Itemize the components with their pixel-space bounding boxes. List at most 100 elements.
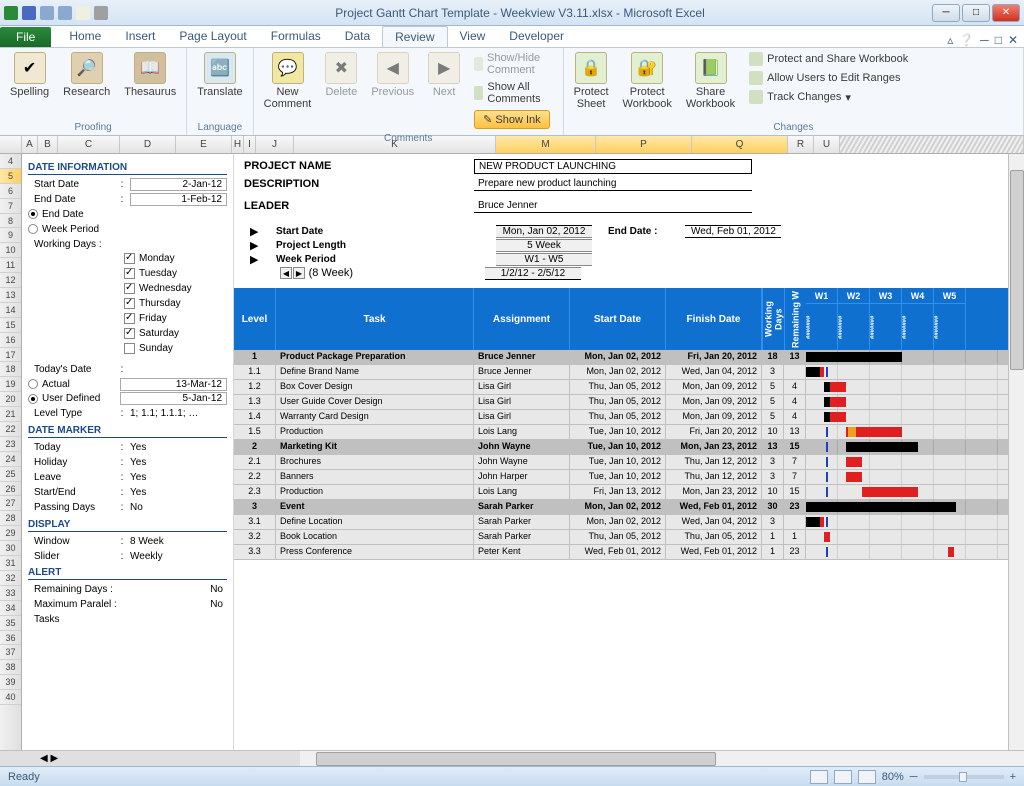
row-header-13[interactable]: 13 [0, 288, 21, 303]
col-header-H[interactable]: H [232, 136, 244, 153]
print-icon[interactable] [94, 6, 108, 20]
col-header-E[interactable]: E [176, 136, 232, 153]
day-sunday-checkbox[interactable] [124, 343, 135, 354]
wb-close-icon[interactable]: ✕ [1008, 33, 1018, 47]
minimize-button[interactable]: ─ [932, 4, 960, 22]
leader-cell[interactable]: Bruce Jenner [474, 199, 752, 213]
start-date-field[interactable]: 2-Jan-12 [130, 178, 227, 191]
week-period-radio[interactable] [28, 224, 38, 234]
table-row[interactable]: 2.2BannersJohn HarperTue, Jan 10, 2012Th… [234, 470, 1024, 485]
column-headers[interactable]: ABCDEHIJKMPQRU [0, 136, 1024, 154]
row-header-33[interactable]: 33 [0, 586, 21, 601]
file-tab[interactable]: File [0, 27, 51, 47]
day-saturday-checkbox[interactable] [124, 328, 135, 339]
tab-data[interactable]: Data [333, 26, 382, 47]
row-header-27[interactable]: 27 [0, 496, 21, 511]
col-header-I[interactable]: I [244, 136, 256, 153]
close-button[interactable]: ✕ [992, 4, 1020, 22]
row-header-39[interactable]: 39 [0, 675, 21, 690]
row-headers[interactable]: 4567891011121314151617181920212223242526… [0, 154, 22, 750]
col-header-R[interactable]: R [788, 136, 814, 153]
row-header-22[interactable]: 22 [0, 422, 21, 437]
row-header-28[interactable]: 28 [0, 511, 21, 526]
day-thursday-checkbox[interactable] [124, 298, 135, 309]
row-header-12[interactable]: 12 [0, 273, 21, 288]
col-header-D[interactable]: D [120, 136, 176, 153]
col-header-A[interactable]: A [22, 136, 38, 153]
zoom-in-button[interactable]: + [1010, 771, 1016, 783]
wb-min-icon[interactable]: ─ [980, 33, 989, 47]
row-header-32[interactable]: 32 [0, 571, 21, 586]
view-break-button[interactable] [858, 770, 876, 784]
table-row[interactable]: 2.3ProductionLois LangFri, Jan 13, 2012M… [234, 485, 1024, 500]
row-header-31[interactable]: 31 [0, 556, 21, 571]
row-header-35[interactable]: 35 [0, 616, 21, 631]
zoom-slider[interactable] [924, 775, 1004, 779]
day-monday-checkbox[interactable] [124, 253, 135, 264]
previous-comment-button[interactable]: ◀Previous [367, 50, 418, 100]
tab-review[interactable]: Review [382, 26, 447, 47]
wb-restore-icon[interactable]: □ [995, 33, 1002, 47]
zoom-label[interactable]: 80% [882, 771, 904, 783]
table-row[interactable]: 1Product Package PreparationBruce Jenner… [234, 350, 1024, 365]
tab-insert[interactable]: Insert [113, 26, 167, 47]
actual-radio[interactable] [28, 379, 38, 389]
row-header-16[interactable]: 16 [0, 333, 21, 348]
day-wednesday-checkbox[interactable] [124, 283, 135, 294]
table-row[interactable]: 1.1Define Brand NameBruce JennerMon, Jan… [234, 365, 1024, 380]
share-workbook-button[interactable]: 📗Share Workbook [682, 50, 739, 112]
row-header-36[interactable]: 36 [0, 631, 21, 646]
undo-icon[interactable] [40, 6, 54, 20]
row-header-38[interactable]: 38 [0, 660, 21, 675]
excel-icon[interactable] [4, 6, 18, 20]
table-row[interactable]: 3EventSarah ParkerMon, Jan 02, 2012Wed, … [234, 500, 1024, 515]
delete-comment-button[interactable]: ✖Delete [321, 50, 361, 100]
col-header-J[interactable]: J [256, 136, 294, 153]
description-cell[interactable]: Prepare new product launching [474, 177, 752, 191]
col-header-P[interactable]: P [596, 136, 692, 153]
table-row[interactable]: 1.5ProductionLois LangTue, Jan 10, 2012F… [234, 425, 1024, 440]
end-date-radio[interactable] [28, 209, 38, 219]
translate-button[interactable]: 🔤Translate [193, 50, 246, 100]
row-header-37[interactable]: 37 [0, 645, 21, 660]
row-header-21[interactable]: 21 [0, 407, 21, 422]
save-icon[interactable] [22, 6, 36, 20]
tab-home[interactable]: Home [57, 26, 113, 47]
table-row[interactable]: 3.2Book LocationSarah ParkerThu, Jan 05,… [234, 530, 1024, 545]
row-header-6[interactable]: 6 [0, 184, 21, 199]
row-header-25[interactable]: 25 [0, 467, 21, 482]
tab-view[interactable]: View [448, 26, 498, 47]
row-header-11[interactable]: 11 [0, 258, 21, 273]
view-layout-button[interactable] [834, 770, 852, 784]
user-defined-date-field[interactable]: 5-Jan-12 [120, 392, 227, 405]
row-header-5[interactable]: 5 [0, 169, 21, 184]
spelling-button[interactable]: ✔Spelling [6, 50, 53, 100]
row-header-4[interactable]: 4 [0, 154, 21, 169]
end-date-field[interactable]: 1-Feb-12 [130, 193, 227, 206]
row-header-24[interactable]: 24 [0, 452, 21, 467]
row-header-29[interactable]: 29 [0, 526, 21, 541]
col-header-B[interactable]: B [38, 136, 58, 153]
table-row[interactable]: 1.2Box Cover DesignLisa GirlThu, Jan 05,… [234, 380, 1024, 395]
col-header-K[interactable]: K [294, 136, 496, 153]
col-header-M[interactable]: M [496, 136, 596, 153]
row-header-26[interactable]: 26 [0, 482, 21, 497]
vertical-scrollbar[interactable] [1008, 154, 1024, 750]
col-header-U[interactable]: U [814, 136, 840, 153]
col-header-Q[interactable]: Q [692, 136, 788, 153]
row-header-18[interactable]: 18 [0, 362, 21, 377]
show-ink-button[interactable]: ✎ Show Ink [470, 108, 557, 131]
row-header-34[interactable]: 34 [0, 601, 21, 616]
table-row[interactable]: 2.1BrochuresJohn WayneTue, Jan 10, 2012T… [234, 455, 1024, 470]
tab-formulas[interactable]: Formulas [259, 26, 333, 47]
tab-developer[interactable]: Developer [497, 26, 576, 47]
row-header-15[interactable]: 15 [0, 318, 21, 333]
zoom-out-button[interactable]: ─ [910, 771, 918, 783]
maximize-button[interactable]: □ [962, 4, 990, 22]
redo-icon[interactable] [58, 6, 72, 20]
new-comment-button[interactable]: 💬New Comment [260, 50, 316, 112]
day-friday-checkbox[interactable] [124, 313, 135, 324]
week-nav[interactable]: ◀▶ [280, 267, 305, 279]
row-header-23[interactable]: 23 [0, 437, 21, 452]
horizontal-scrollbar[interactable]: ◀ ▶ [0, 750, 1024, 766]
